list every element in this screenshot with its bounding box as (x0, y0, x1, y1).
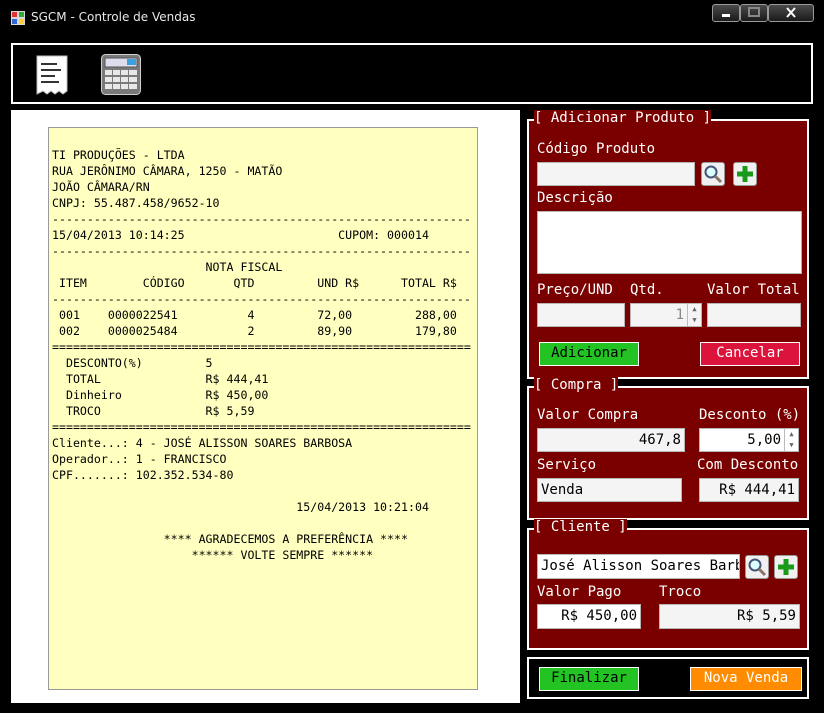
receipt-line: ****** VOLTE SEMPRE ****** (52, 548, 374, 562)
total-value-input[interactable] (707, 303, 801, 327)
sales-form-panel: [ Adicionar Produto ] Código Produto Des… (520, 110, 814, 703)
maximize-icon (748, 7, 760, 17)
receipt-line: CPF.......: 102.352.534-80 (52, 468, 234, 482)
receipt-line: Cliente...: 4 - JOSÉ ALISSON SOARES BARB… (52, 436, 353, 450)
receipt-line: TOTAL R$ 444,41 (52, 372, 269, 386)
receipt-line: ----------------------------------------… (52, 292, 471, 306)
client-name-field[interactable]: José Alisson Soares Barbo (537, 554, 740, 579)
search-icon (704, 165, 723, 184)
purchase-value-label: Valor Compra (537, 407, 639, 423)
change-field[interactable]: R$ 5,59 (659, 604, 800, 629)
toolbar (11, 43, 813, 104)
service-label: Serviço (537, 457, 597, 473)
description-label: Descrição (537, 190, 613, 206)
quantity-spin-buttons[interactable]: ▲ ▼ (687, 304, 701, 326)
purchase-group: [ Compra ] Valor Compra Desconto (%) 467… (527, 377, 809, 520)
close-button[interactable] (768, 4, 814, 22)
receipt-line: ========================================… (52, 420, 471, 434)
receipt-line: Dinheiro R$ 450,00 (52, 388, 269, 402)
add-button[interactable]: Adicionar (539, 342, 639, 366)
receipt-line: DESCONTO(%) 5 (52, 356, 213, 370)
plus-icon (737, 166, 753, 182)
discounted-total-label: Com Desconto (697, 457, 799, 473)
minimize-button[interactable] (712, 4, 740, 22)
service-field[interactable]: Venda (537, 478, 682, 502)
receipt-line: 15/04/2013 10:14:25 CUPOM: 000014 (52, 228, 429, 242)
unit-price-input[interactable] (537, 303, 625, 327)
description-textarea[interactable] (537, 211, 802, 274)
client-group: [ Cliente ] José Alisson Soares Barbo Va… (527, 519, 809, 650)
client-title: [ Cliente ] (534, 519, 627, 535)
change-label: Troco (659, 584, 702, 600)
minimize-icon (722, 14, 730, 17)
receipt-preview: TI PRODUÇÕES - LTDA RUA JERÔNIMO CÂMARA,… (48, 127, 478, 690)
receipt-icon[interactable] (36, 55, 68, 95)
add-client-button[interactable] (774, 555, 798, 579)
new-sale-button[interactable]: Nova Venda (690, 667, 802, 691)
discount-spin-buttons[interactable]: ▲ ▼ (784, 429, 798, 451)
add-product-title: [ Adicionar Produto ] (534, 110, 712, 126)
receipt-line: ========================================… (52, 340, 471, 354)
receipt-line: CNPJ: 55.487.458/9652-10 (52, 196, 220, 210)
add-product-plus-button[interactable] (733, 162, 757, 186)
receipt-line: 15/04/2013 10:21:04 (52, 500, 429, 514)
receipt-line: TI PRODUÇÕES - LTDA (52, 148, 185, 162)
product-code-input[interactable] (537, 162, 695, 186)
receipt-line: JOÃO CÂMARA/RN (52, 180, 150, 194)
receipt-line: TROCO R$ 5,59 (52, 404, 255, 418)
purchase-title: [ Compra ] (534, 377, 619, 393)
add-product-group: [ Adicionar Produto ] Código Produto Des… (527, 110, 809, 379)
finalize-button[interactable]: Finalizar (539, 667, 639, 691)
close-icon (786, 7, 796, 18)
search-client-button[interactable] (745, 555, 769, 579)
unit-price-label: Preço/UND (537, 282, 613, 298)
product-code-label: Código Produto (537, 141, 656, 157)
search-product-button[interactable] (701, 162, 725, 186)
actions-group: Finalizar Nova Venda (527, 657, 809, 699)
quantity-label: Qtd. (630, 282, 664, 298)
receipt-line: ITEM CÓDIGO QTD UND R$ TOTAL R$ (52, 276, 457, 290)
maximize-button[interactable] (740, 4, 768, 22)
plus-icon (778, 559, 794, 575)
cancel-button[interactable]: Cancelar (700, 342, 800, 366)
discounted-total-field[interactable]: R$ 444,41 (699, 478, 799, 502)
amount-paid-input[interactable]: R$ 450,00 (537, 604, 641, 629)
receipt-line: 002 0000025484 2 89,90 179,80 (52, 324, 457, 338)
app-icon (11, 11, 25, 25)
receipt-line: RUA JERÔNIMO CÂMARA, 1250 - MATÃO (52, 164, 283, 178)
receipt-line: Operador..: 1 - FRANCISCO (52, 452, 227, 466)
discount-label: Desconto (%) (699, 407, 801, 423)
receipt-line: 001 0000022541 4 72,00 288,00 (52, 308, 457, 322)
receipt-panel: TI PRODUÇÕES - LTDA RUA JERÔNIMO CÂMARA,… (11, 110, 520, 703)
purchase-value-field[interactable]: 467,8 (537, 428, 685, 452)
window-title: SGCM - Controle de Vendas (31, 10, 196, 24)
receipt-line: **** AGRADECEMOS A PREFERÊNCIA **** (52, 532, 408, 546)
receipt-line: NOTA FISCAL (52, 260, 283, 274)
amount-paid-label: Valor Pago (537, 584, 622, 600)
calculator-icon[interactable] (101, 54, 141, 95)
search-icon (748, 558, 767, 577)
total-value-label: Valor Total (707, 282, 800, 298)
receipt-line: ----------------------------------------… (52, 212, 471, 226)
receipt-line: ----------------------------------------… (52, 244, 471, 258)
